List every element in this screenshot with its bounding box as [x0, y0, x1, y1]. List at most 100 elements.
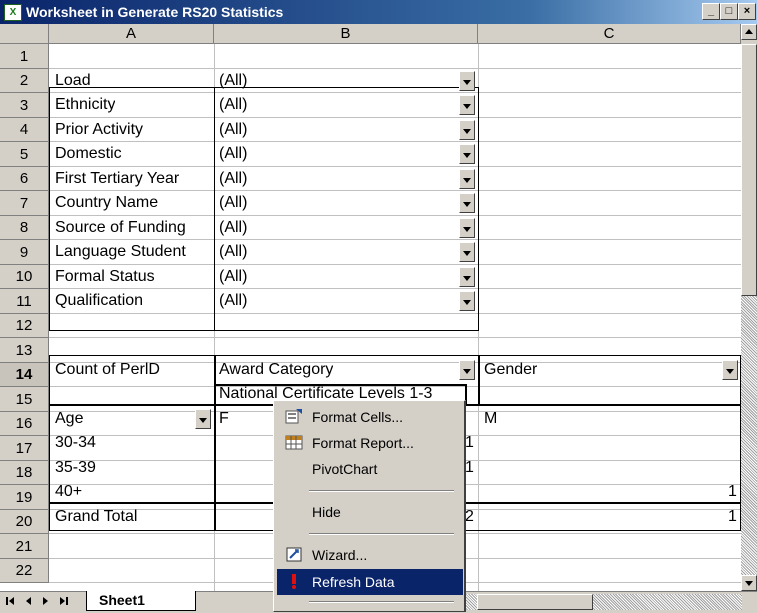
row-header[interactable]: 20 — [0, 510, 49, 534]
column-header-b[interactable]: B — [214, 24, 478, 44]
row-header[interactable]: 5 — [0, 142, 49, 167]
row-header[interactable]: 12 — [0, 314, 49, 338]
row-header[interactable]: 1 — [0, 44, 49, 69]
page-field-dropdown[interactable] — [459, 71, 475, 91]
vertical-scroll-track[interactable] — [741, 296, 757, 575]
minimize-button[interactable]: _ — [702, 3, 720, 20]
award-category-dropdown[interactable] — [459, 360, 475, 380]
page-field-label[interactable]: Formal Status — [55, 268, 155, 286]
row-label[interactable]: Grand Total — [55, 508, 137, 526]
value-cell[interactable]: 1 — [465, 434, 474, 452]
last-sheet-button[interactable] — [56, 594, 72, 610]
scroll-down-button[interactable] — [741, 575, 757, 591]
value-cell[interactable]: 1 — [465, 459, 474, 477]
sheet-tab-sheet1[interactable]: Sheet1 — [86, 591, 196, 611]
page-field-value[interactable]: (All) — [219, 243, 247, 261]
column-header-c[interactable]: C — [478, 24, 741, 44]
window-titlebar: X Worksheet in Generate RS20 Statistics … — [0, 0, 757, 24]
page-field-value[interactable]: (All) — [219, 170, 247, 188]
row-header[interactable]: 6 — [0, 167, 49, 191]
prev-sheet-button[interactable] — [20, 594, 36, 610]
page-field-dropdown[interactable] — [459, 95, 475, 115]
page-field-label[interactable]: Qualification — [55, 292, 143, 310]
page-field-value[interactable]: (All) — [219, 268, 247, 286]
page-field-label[interactable]: Prior Activity — [55, 121, 143, 139]
row-header[interactable]: 21 — [0, 534, 49, 559]
column-item-m[interactable]: M — [484, 410, 497, 428]
vertical-scrollbar[interactable] — [741, 24, 757, 591]
page-field-value[interactable]: (All) — [219, 145, 247, 163]
page-field-dropdown[interactable] — [459, 267, 475, 287]
page-field-dropdown[interactable] — [459, 169, 475, 189]
arrow-down-icon — [745, 581, 753, 586]
page-field-label[interactable]: Domestic — [55, 145, 122, 163]
page-field-label[interactable]: Country Name — [55, 194, 158, 212]
close-button[interactable]: × — [738, 3, 756, 20]
page-field-dropdown[interactable] — [459, 120, 475, 140]
row-header[interactable]: 17 — [0, 436, 49, 461]
row-header[interactable]: 15 — [0, 387, 49, 412]
row-header[interactable]: 22 — [0, 559, 49, 583]
menu-item-wizard[interactable]: Wizard... — [277, 542, 463, 568]
value-cell[interactable]: 1 — [728, 508, 737, 526]
row-header[interactable]: 10 — [0, 265, 49, 289]
row-header[interactable]: 18 — [0, 461, 49, 485]
page-field-label[interactable]: Ethnicity — [55, 96, 115, 114]
row-header[interactable]: 7 — [0, 191, 49, 216]
value-cell[interactable]: 2 — [465, 508, 474, 526]
menu-item-refresh-data[interactable]: Refresh Data — [277, 569, 463, 595]
page-field-value[interactable]: (All) — [219, 219, 247, 237]
refresh-icon — [292, 574, 296, 589]
row-field-age[interactable]: Age — [55, 410, 83, 428]
select-all-corner[interactable] — [0, 24, 49, 44]
page-field-label[interactable]: Load — [55, 72, 91, 90]
page-field-label[interactable]: Language Student — [55, 243, 186, 261]
row-header[interactable]: 14 — [0, 363, 49, 387]
value-cell[interactable]: 1 — [728, 483, 737, 501]
window-title: Worksheet in Generate RS20 Statistics — [26, 4, 284, 20]
page-field-dropdown[interactable] — [459, 218, 475, 238]
column-field-gender[interactable]: Gender — [484, 361, 537, 379]
row-header[interactable]: 4 — [0, 118, 49, 142]
next-sheet-button[interactable] — [38, 594, 54, 610]
age-dropdown[interactable] — [195, 409, 211, 429]
page-field-value[interactable]: (All) — [219, 96, 247, 114]
row-header[interactable]: 2 — [0, 69, 49, 93]
column-field-award-category[interactable]: Award Category — [219, 361, 333, 379]
row-label[interactable]: 30-34 — [55, 434, 96, 452]
page-field-dropdown[interactable] — [459, 144, 475, 164]
horizontal-scrollbar[interactable] — [457, 594, 742, 610]
menu-item-pivotchart[interactable]: PivotChart — [277, 456, 463, 482]
row-header[interactable]: 9 — [0, 240, 49, 265]
page-field-label[interactable]: Source of Funding — [55, 219, 186, 237]
restore-button[interactable]: □ — [720, 3, 738, 20]
row-label[interactable]: 35-39 — [55, 459, 96, 477]
gender-dropdown[interactable] — [722, 360, 738, 380]
column-item-f[interactable]: F — [219, 410, 229, 428]
page-field-value[interactable]: (All) — [219, 72, 247, 90]
menu-separator — [309, 601, 454, 603]
page-field-value[interactable]: (All) — [219, 194, 247, 212]
row-header[interactable]: 19 — [0, 485, 49, 510]
vertical-scroll-thumb[interactable] — [741, 44, 757, 296]
page-field-dropdown[interactable] — [459, 242, 475, 262]
menu-item-format-report[interactable]: Format Report... — [277, 430, 463, 456]
data-field-label[interactable]: Count of PerlD — [55, 361, 160, 379]
page-field-label[interactable]: First Tertiary Year — [55, 170, 179, 188]
row-header[interactable]: 11 — [0, 289, 49, 314]
scroll-up-button[interactable] — [741, 24, 757, 40]
column-header-a[interactable]: A — [49, 24, 214, 44]
row-label[interactable]: 40+ — [55, 483, 82, 501]
page-field-value[interactable]: (All) — [219, 121, 247, 139]
menu-item-format-cells[interactable]: Format Cells... — [277, 404, 463, 430]
first-sheet-button[interactable] — [2, 594, 18, 610]
row-header[interactable]: 8 — [0, 216, 49, 240]
menu-item-hide[interactable]: Hide — [277, 499, 463, 525]
row-header[interactable]: 16 — [0, 412, 49, 436]
page-field-dropdown[interactable] — [459, 291, 475, 311]
page-field-dropdown[interactable] — [459, 193, 475, 213]
page-field-value[interactable]: (All) — [219, 292, 247, 310]
row-header[interactable]: 3 — [0, 93, 49, 118]
horizontal-scroll-thumb[interactable] — [477, 594, 593, 610]
row-header[interactable]: 13 — [0, 338, 49, 363]
